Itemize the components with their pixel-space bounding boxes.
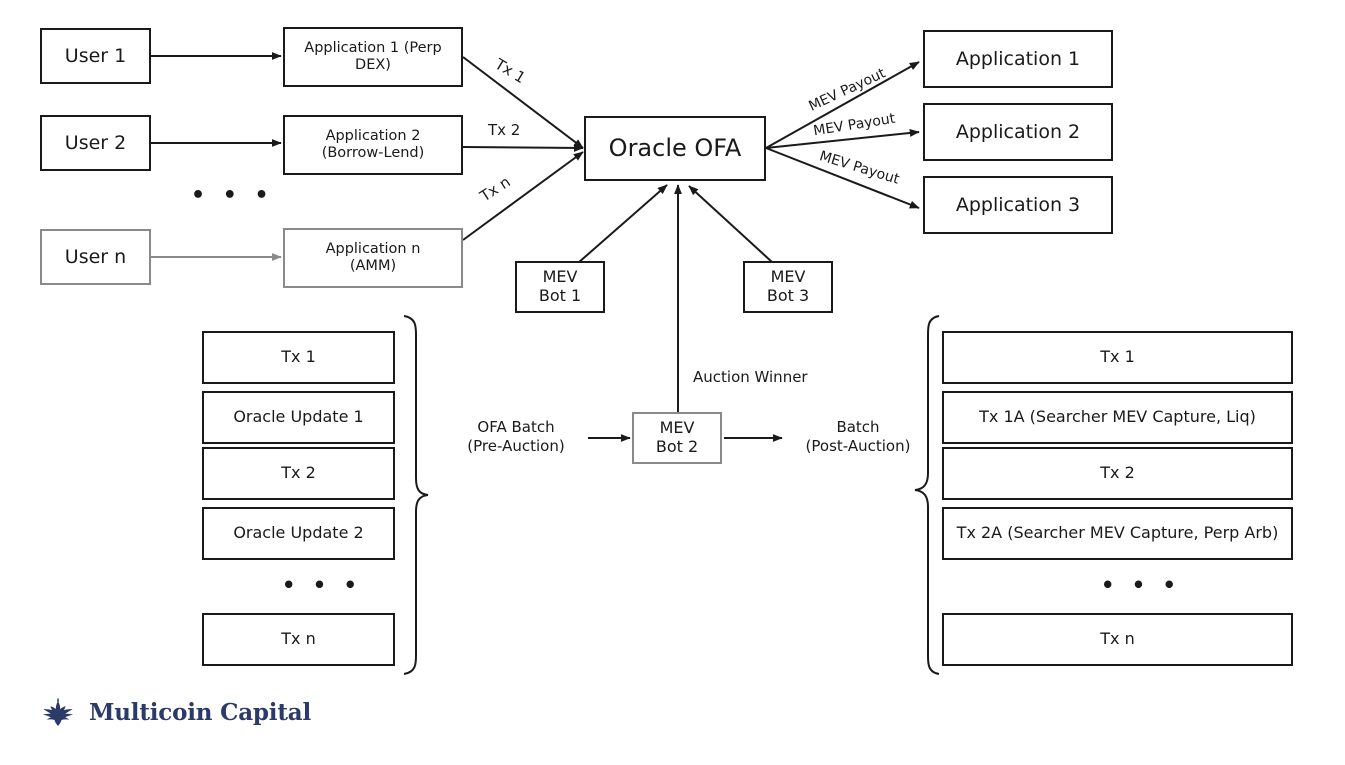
node-label: Application 2 (Borrow-Lend) — [321, 127, 425, 161]
node-label: MEV Bot 2 — [655, 418, 699, 456]
footer-logo: Multicoin Capital — [40, 697, 311, 727]
batch-item-tx-n[interactable]: Tx n — [202, 613, 395, 666]
batch-item-tx-n[interactable]: Tx n — [942, 613, 1293, 666]
node-label: Tx 2 — [281, 463, 316, 483]
node-label: Application 2 — [955, 120, 1081, 143]
node-label: User n — [64, 245, 127, 268]
brace-post-auction — [914, 315, 940, 675]
node-label: Tx 2A (Searcher MEV Capture, Perp Arb) — [956, 523, 1279, 543]
node-label: Application n (AMM) — [325, 240, 421, 274]
edge-label-mev-payout-1: MEV Payout — [806, 65, 889, 115]
node-label: Tx 1 — [281, 347, 316, 367]
node-label: Tx n — [1100, 629, 1135, 649]
node-user-1[interactable]: User 1 — [40, 28, 151, 84]
edge-mevbot1-to-ofa — [577, 184, 668, 264]
node-label: Application 3 — [955, 193, 1081, 216]
batch-item-tx-1[interactable]: Tx 1 — [942, 331, 1293, 384]
brace-pre-auction — [403, 315, 429, 675]
edge-app2-to-ofa — [462, 143, 584, 152]
node-user-n[interactable]: User n — [40, 229, 151, 285]
node-label: Oracle Update 2 — [233, 523, 364, 543]
node-mev-bot-2[interactable]: MEV Bot 2 — [632, 412, 722, 464]
edge-label-tx-1: Tx 1 — [491, 54, 529, 88]
brand-wordmark: Multicoin Capital — [89, 698, 311, 726]
edge-label-tx-2: Tx 2 — [488, 121, 521, 139]
node-label: MEV Bot 3 — [766, 267, 810, 305]
label-auction-winner: Auction Winner — [693, 368, 808, 386]
pre-auction-batch-ellipsis: • • • — [282, 573, 362, 597]
edge-label-tx-n: Tx n — [476, 172, 514, 206]
post-auction-batch-stack: Tx 1 Tx 1A (Searcher MEV Capture, Liq) T… — [942, 331, 1293, 666]
batch-item-tx-2a[interactable]: Tx 2A (Searcher MEV Capture, Perp Arb) — [942, 507, 1293, 560]
batch-item-oracle-update-1[interactable]: Oracle Update 1 — [202, 391, 395, 444]
batch-item-oracle-update-2[interactable]: Oracle Update 2 — [202, 507, 395, 560]
diagram-canvas: User 1 User 2 User n • • • Application 1… — [0, 0, 1345, 765]
node-label: User 2 — [64, 131, 127, 154]
label-batch-post-auction: Batch (Post-Auction) — [805, 418, 911, 455]
node-application-2-borrow-lend[interactable]: Application 2 (Borrow-Lend) — [283, 115, 463, 175]
batch-item-tx-2[interactable]: Tx 2 — [942, 447, 1293, 500]
edge-label-mev-payout-2: MEV Payout — [812, 110, 897, 140]
edge-label-mev-payout-3: MEV Payout — [817, 148, 902, 188]
node-label: Oracle Update 1 — [233, 407, 364, 427]
node-label: Application 1 (Perp DEX) — [304, 39, 442, 73]
node-label: MEV Bot 1 — [538, 267, 582, 305]
node-mev-bot-1[interactable]: MEV Bot 1 — [515, 261, 605, 313]
node-label: Tx n — [281, 629, 316, 649]
node-target-application-1[interactable]: Application 1 — [923, 30, 1113, 88]
eagle-icon — [42, 697, 74, 726]
batch-item-tx-1a[interactable]: Tx 1A (Searcher MEV Capture, Liq) — [942, 391, 1293, 444]
node-label: Tx 1A (Searcher MEV Capture, Liq) — [979, 407, 1256, 427]
users-ellipsis: • • • — [191, 183, 274, 208]
label-ofa-batch-pre-auction: OFA Batch (Pre-Auction) — [467, 418, 565, 455]
edge-mevbot3-to-ofa — [688, 185, 773, 263]
node-oracle-ofa[interactable]: Oracle OFA — [584, 116, 766, 181]
pre-auction-batch-stack: Tx 1 Oracle Update 1 Tx 2 Oracle Update … — [202, 331, 395, 666]
node-label: Application 1 — [955, 47, 1081, 70]
node-label: Tx 2 — [1100, 463, 1135, 483]
node-user-2[interactable]: User 2 — [40, 115, 151, 171]
node-target-application-2[interactable]: Application 2 — [923, 103, 1113, 161]
node-application-1-perp-dex[interactable]: Application 1 (Perp DEX) — [283, 27, 463, 87]
node-label: Tx 1 — [1100, 347, 1135, 367]
post-auction-batch-ellipsis: • • • — [1101, 573, 1181, 597]
edge-ofa-to-target-app1 — [765, 61, 920, 149]
node-mev-bot-3[interactable]: MEV Bot 3 — [743, 261, 833, 313]
batch-item-tx-2[interactable]: Tx 2 — [202, 447, 395, 500]
node-application-n-amm[interactable]: Application n (AMM) — [283, 228, 463, 288]
batch-item-tx-1[interactable]: Tx 1 — [202, 331, 395, 384]
node-label: User 1 — [64, 44, 127, 67]
node-target-application-3[interactable]: Application 3 — [923, 176, 1113, 234]
node-label: Oracle OFA — [608, 134, 742, 163]
